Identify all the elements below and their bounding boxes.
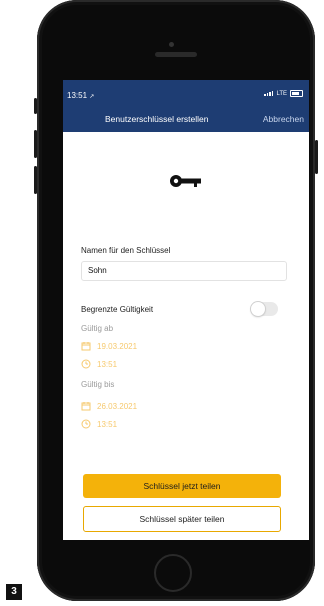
status-bar-right: LTE: [264, 90, 303, 97]
valid-until-date: 26.03.2021: [97, 401, 138, 411]
toggle-knob: [251, 302, 265, 316]
power-button: [315, 140, 318, 174]
volume-down-button: [34, 166, 37, 194]
page-title: Benutzerschlüssel erstellen: [105, 114, 209, 124]
calendar-icon: [81, 342, 91, 351]
share-now-button[interactable]: Schlüssel jetzt teilen: [83, 474, 281, 498]
location-arrow-icon: ↗: [89, 94, 95, 100]
volume-up-button: [34, 130, 37, 158]
share-later-button[interactable]: Schlüssel später teilen: [83, 506, 281, 532]
calendar-icon: [81, 402, 91, 411]
limited-validity-toggle[interactable]: [251, 302, 278, 316]
limited-validity-label: Begrenzte Gültigkeit: [81, 305, 154, 314]
key-icon: [170, 175, 201, 187]
cancel-button[interactable]: Abbrechen: [263, 114, 304, 124]
app-screen: 13:51 ↗ LTE Benutzerschlüssel erstellen …: [63, 80, 309, 540]
front-camera: [169, 42, 174, 47]
key-name-input[interactable]: Sohn: [81, 261, 287, 281]
valid-from-date-row: 19.03.2021: [81, 341, 137, 351]
name-label: Namen für den Schlüssel: [81, 246, 171, 255]
valid-until-time: 13:51: [97, 419, 118, 429]
app-header: 13:51 ↗ LTE Benutzerschlüssel erstellen …: [63, 80, 309, 132]
signal-icon: [264, 91, 274, 96]
valid-until-time-row: 13:51: [81, 419, 117, 429]
battery-icon: [290, 90, 303, 97]
network-type: LTE: [276, 90, 287, 97]
valid-from-date: 19.03.2021: [97, 341, 138, 351]
mute-switch: [34, 98, 37, 114]
figure-number: 3: [6, 584, 22, 600]
status-time-text: 13:51: [67, 91, 88, 100]
valid-until-label: Gültig bis: [81, 380, 115, 389]
clock-icon: [81, 359, 91, 369]
clock-icon: [81, 419, 91, 429]
earpiece-speaker: [155, 52, 197, 57]
valid-until-date-row: 26.03.2021: [81, 401, 137, 411]
valid-from-time: 13:51: [97, 359, 118, 369]
valid-from-label: Gültig ab: [81, 324, 114, 333]
status-bar-time: 13:51 ↗: [67, 91, 94, 100]
valid-from-time-row: 13:51: [81, 359, 117, 369]
home-button[interactable]: [154, 554, 192, 592]
